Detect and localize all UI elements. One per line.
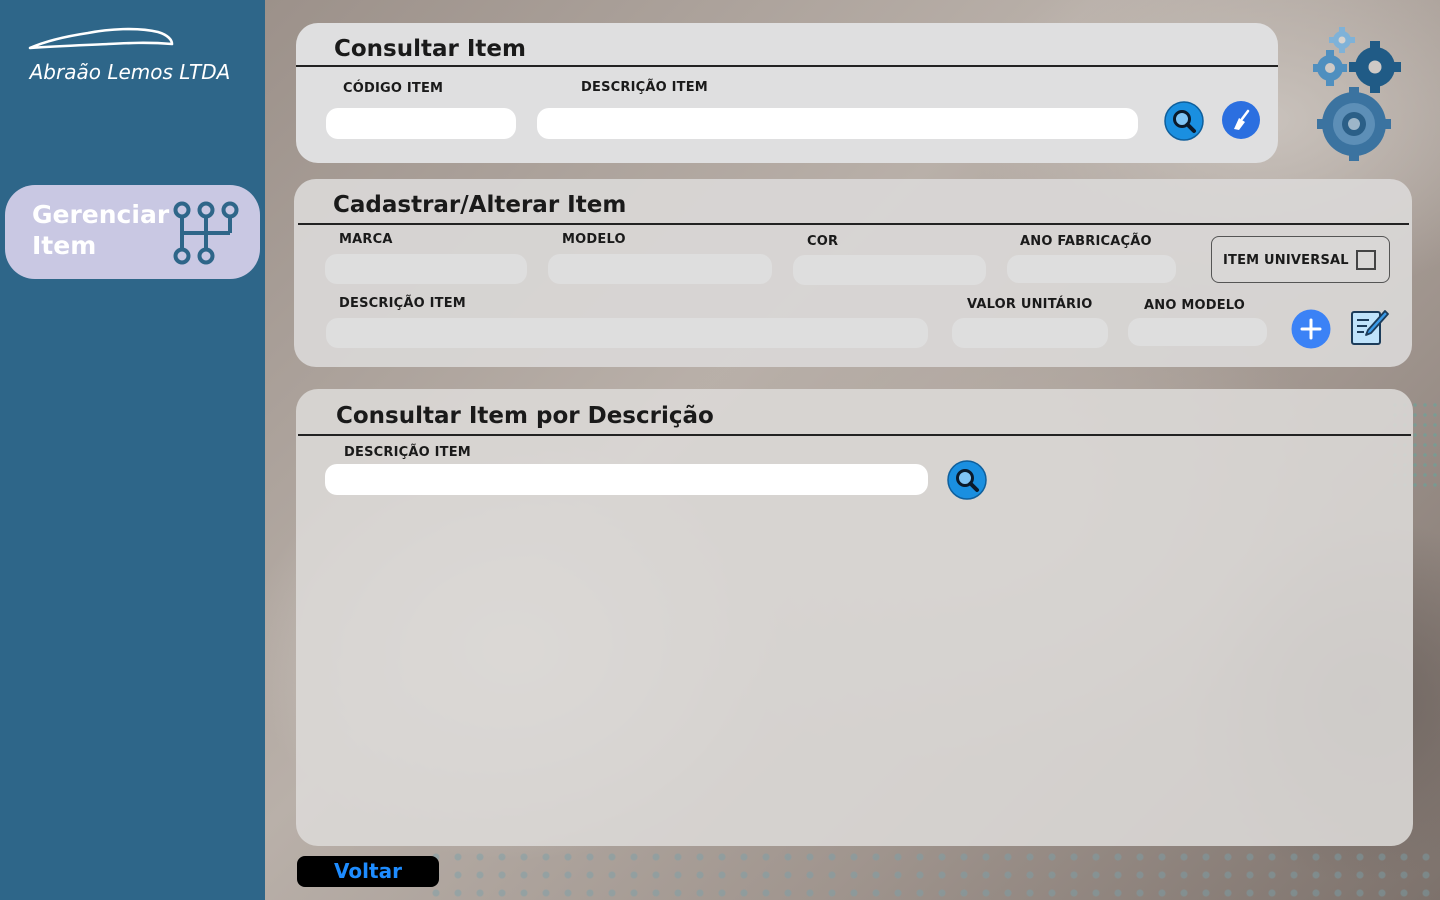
back-button[interactable]: Voltar bbox=[297, 856, 439, 887]
gears-icon bbox=[1313, 27, 1401, 161]
divider bbox=[298, 223, 1409, 225]
codigo-item-input[interactable] bbox=[326, 108, 516, 139]
marca-input[interactable] bbox=[325, 254, 527, 284]
item-universal-label: ITEM UNIVERSAL bbox=[1223, 253, 1349, 268]
search-icon bbox=[947, 460, 987, 500]
descricao-item-input[interactable] bbox=[537, 108, 1138, 139]
sidebar: Abraão Lemos LTDA Gerenciar Item bbox=[0, 0, 265, 900]
descricao-item-label: DESCRIÇÃO ITEM bbox=[339, 296, 466, 311]
descricao-item-label: DESCRIÇÃO ITEM bbox=[581, 80, 708, 95]
codigo-item-label: CÓDIGO ITEM bbox=[343, 81, 444, 96]
edit-icon bbox=[1351, 310, 1389, 345]
broom-icon bbox=[1222, 101, 1260, 139]
search-icon bbox=[1164, 101, 1204, 141]
cor-input[interactable] bbox=[793, 255, 986, 285]
item-universal-toggle: ITEM UNIVERSAL bbox=[1211, 236, 1390, 283]
modelo-label: MODELO bbox=[562, 232, 626, 247]
descricao-item-input[interactable] bbox=[326, 318, 928, 348]
ano-fabricacao-label: ANO FABRICAÇÃO bbox=[1020, 234, 1152, 249]
brand-name: Abraão Lemos LTDA bbox=[29, 60, 231, 84]
car-logo-icon bbox=[28, 27, 174, 50]
valor-unitario-input[interactable] bbox=[952, 318, 1108, 348]
marca-label: MARCA bbox=[339, 232, 393, 247]
ano-modelo-input[interactable] bbox=[1128, 318, 1267, 346]
modelo-input[interactable] bbox=[548, 254, 772, 284]
valor-unitario-label: VALOR UNITÁRIO bbox=[967, 297, 1093, 312]
item-universal-checkbox[interactable] bbox=[1356, 250, 1376, 270]
add-item-button[interactable] bbox=[1291, 309, 1331, 349]
consultar-item-title: Consultar Item bbox=[334, 36, 526, 62]
cadastrar-item-title: Cadastrar/Alterar Item bbox=[333, 192, 627, 218]
descricao-item-label: DESCRIÇÃO ITEM bbox=[344, 445, 471, 460]
edit-item-button[interactable] bbox=[1349, 307, 1389, 347]
sidebar-item-gerenciar-item[interactable]: Gerenciar Item bbox=[5, 185, 260, 279]
search-button[interactable] bbox=[1164, 101, 1204, 141]
plus-icon bbox=[1291, 309, 1331, 349]
descricao-search-input[interactable] bbox=[325, 464, 928, 495]
consultar-descricao-title: Consultar Item por Descrição bbox=[336, 403, 714, 429]
decorative-dots bbox=[425, 848, 1440, 900]
search-by-description-button[interactable] bbox=[947, 460, 987, 500]
sidebar-item-label: Gerenciar Item bbox=[32, 200, 170, 260]
clear-button[interactable] bbox=[1221, 100, 1261, 140]
gearshift-icon bbox=[173, 201, 239, 265]
divider bbox=[296, 65, 1278, 67]
cor-label: COR bbox=[807, 234, 839, 249]
ano-fabricacao-input[interactable] bbox=[1007, 255, 1176, 283]
divider bbox=[298, 434, 1411, 436]
ano-modelo-label: ANO MODELO bbox=[1144, 298, 1246, 313]
